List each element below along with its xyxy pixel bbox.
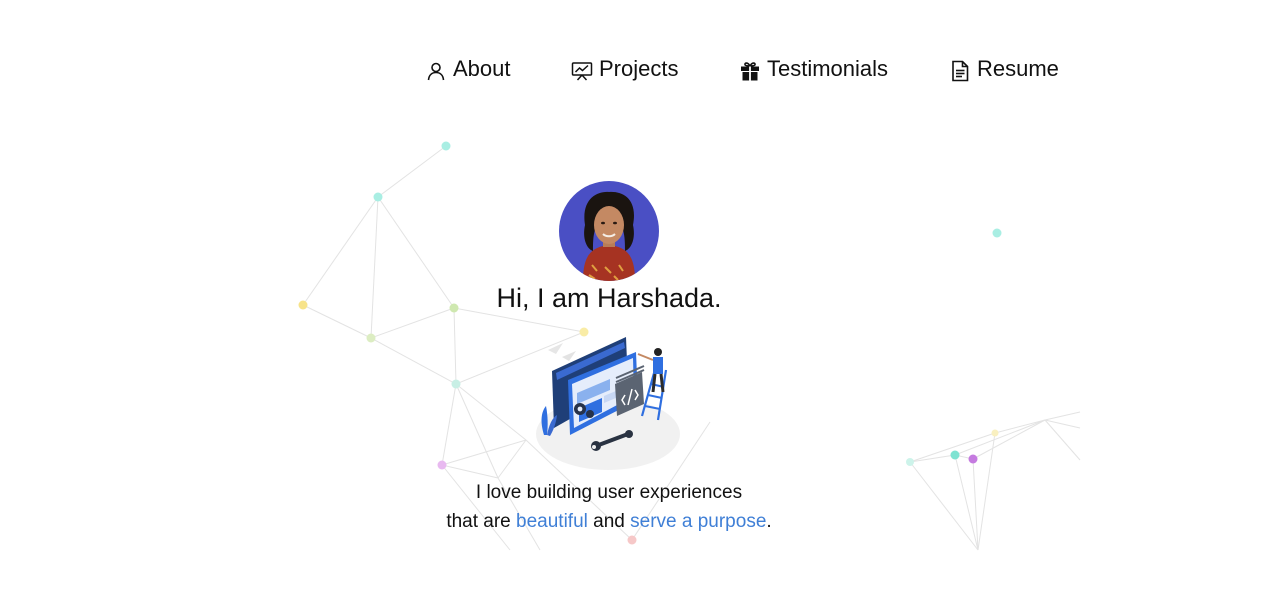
highlight-serve-purpose: serve a purpose	[630, 511, 767, 532]
hero-tagline: I love building user experiences that ar…	[0, 478, 1218, 536]
user-icon	[425, 60, 447, 82]
document-icon	[949, 60, 971, 82]
tagline-and: and	[593, 511, 625, 532]
presentation-chart-icon	[571, 60, 593, 82]
nav-testimonials-label: Testimonials	[767, 56, 889, 81]
tagline-line1: I love building user experiences	[475, 482, 743, 503]
highlight-beautiful: beautiful	[516, 511, 588, 532]
nav-resume-link[interactable]: Resume	[949, 56, 1059, 82]
tagline-line2: that are beautiful and serve a purpose.	[0, 507, 1218, 536]
nav-about-label: About	[453, 56, 511, 81]
main-nav: About Projects Testimonials Resume	[0, 56, 1288, 90]
tagline-prefix: that are	[446, 511, 511, 532]
tagline-end: .	[766, 511, 772, 532]
hero-greeting: Hi, I am Harshada.	[496, 283, 722, 313]
nav-resume-label: Resume	[977, 56, 1059, 81]
nav-projects-label: Projects	[599, 56, 679, 81]
web-developer-illustration	[536, 337, 680, 470]
nav-about-link[interactable]: About	[425, 56, 511, 82]
gift-icon	[739, 60, 761, 82]
nav-testimonials-link[interactable]: Testimonials	[739, 56, 888, 82]
nav-projects-link[interactable]: Projects	[571, 56, 678, 82]
page: About Projects Testimonials Resume Hi, I…	[0, 0, 1288, 600]
avatar	[559, 181, 659, 281]
